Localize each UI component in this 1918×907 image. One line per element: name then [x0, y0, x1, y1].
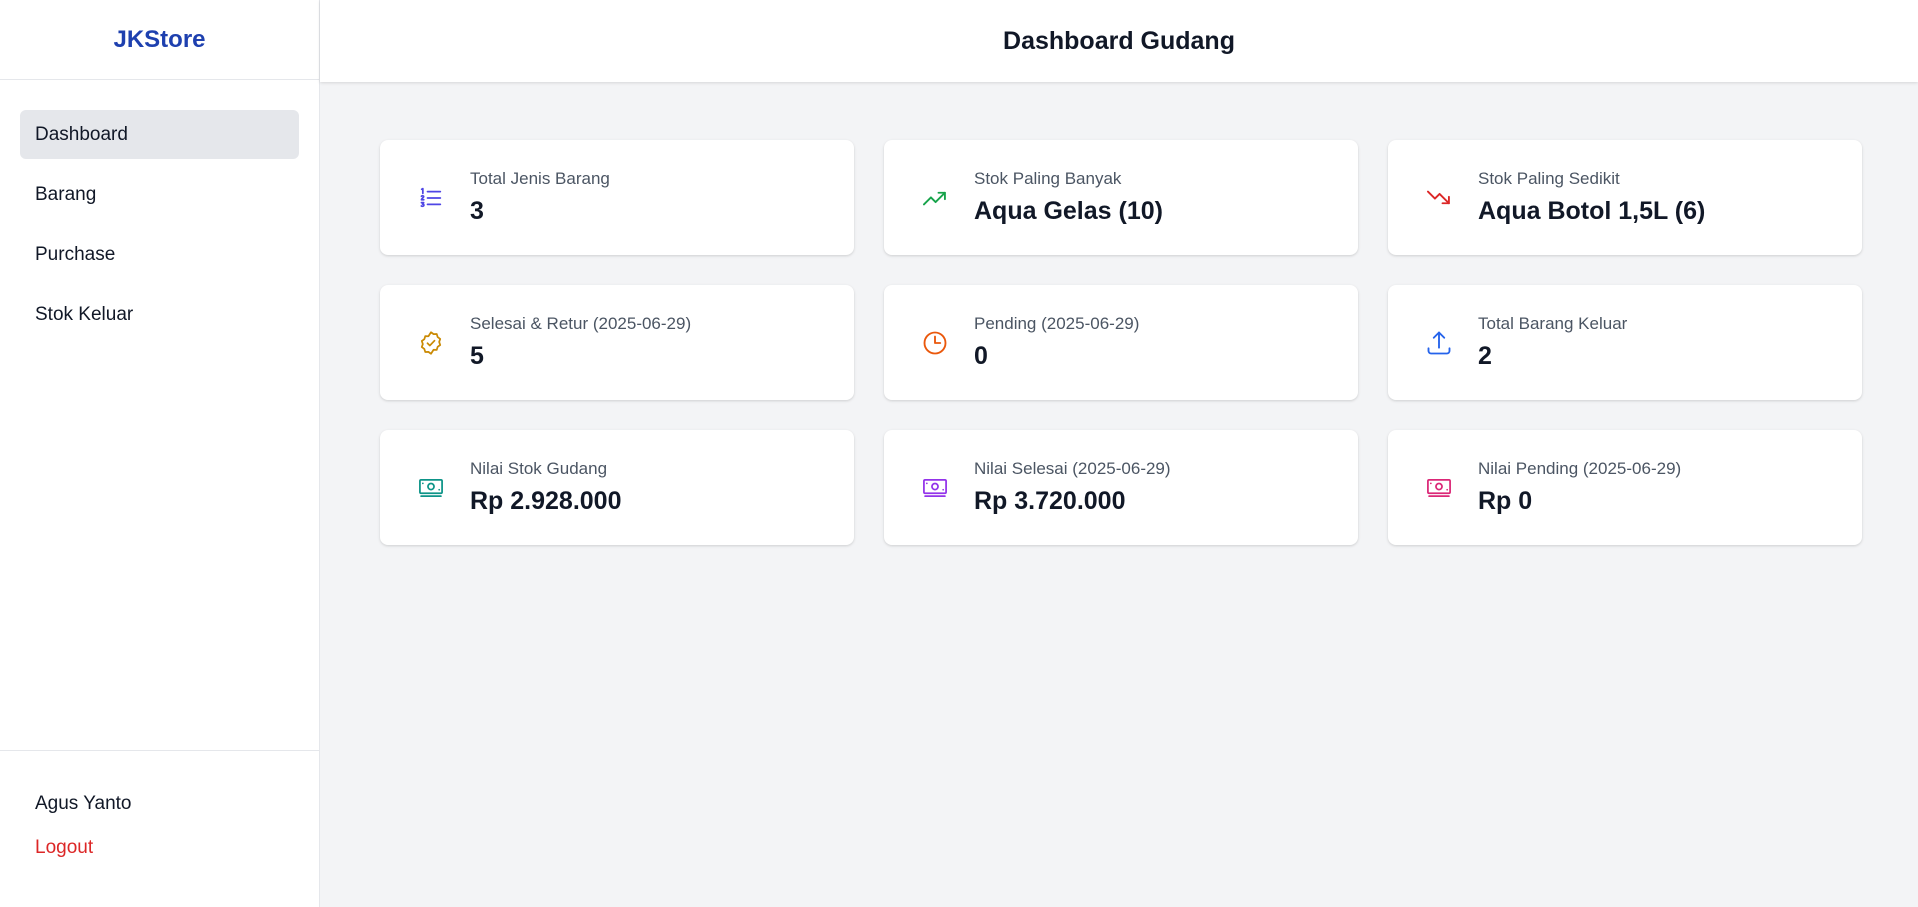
- stat-card-body: Selesai & Retur (2025-06-29) 5: [470, 314, 691, 371]
- stat-label: Nilai Stok Gudang: [470, 459, 608, 478]
- clock-icon: [920, 328, 950, 358]
- sidebar-item-dashboard[interactable]: Dashboard: [20, 110, 299, 159]
- stat-card-nilai-stok-gudang: Nilai Stok Gudang Rp 2.928.000: [380, 430, 854, 545]
- sidebar-footer: Agus Yanto Logout: [0, 750, 319, 907]
- stat-value: Aqua Botol 1,5L (6): [1478, 197, 1706, 225]
- stat-value: Rp 2.928.000: [470, 487, 622, 515]
- stat-value: Rp 0: [1478, 487, 1533, 515]
- sidebar-item-purchase[interactable]: Purchase: [20, 230, 299, 279]
- brand-logo[interactable]: JKStore: [0, 0, 319, 80]
- stat-card-body: Nilai Stok Gudang Rp 2.928.000: [470, 459, 622, 516]
- stat-value: 5: [470, 342, 484, 370]
- stat-card-pending: Pending (2025-06-29) 0: [884, 285, 1358, 400]
- stat-card-total-jenis-barang: Total Jenis Barang 3: [380, 140, 854, 255]
- stat-value: 0: [974, 342, 988, 370]
- user-name: Agus Yanto: [35, 793, 132, 814]
- stat-card-body: Nilai Pending (2025-06-29) Rp 0: [1478, 459, 1681, 516]
- stat-card-stok-paling-banyak: Stok Paling Banyak Aqua Gelas (10): [884, 140, 1358, 255]
- stat-value: 2: [1478, 342, 1492, 370]
- stat-card-selesai-retur: Selesai & Retur (2025-06-29) 5: [380, 285, 854, 400]
- stat-card-body: Stok Paling Banyak Aqua Gelas (10): [974, 169, 1163, 226]
- trending-up-icon: [920, 183, 950, 213]
- stats-grid: Total Jenis Barang 3 Stok Paling Banyak …: [380, 140, 1862, 545]
- logout-button[interactable]: Logout: [35, 837, 319, 859]
- stat-card-body: Pending (2025-06-29) 0: [974, 314, 1139, 371]
- stat-card-body: Total Jenis Barang 3: [470, 169, 610, 226]
- stat-label: Nilai Selesai (2025-06-29): [974, 459, 1171, 478]
- stat-card-total-barang-keluar: Total Barang Keluar 2: [1388, 285, 1862, 400]
- banknotes-icon: [920, 473, 950, 503]
- stat-value: Aqua Gelas (10): [974, 197, 1163, 225]
- stat-value: Rp 3.720.000: [974, 487, 1126, 515]
- stat-label: Stok Paling Banyak: [974, 169, 1122, 188]
- sidebar: JKStore Dashboard Barang Purchase Stok K…: [0, 0, 320, 907]
- trending-down-icon: [1424, 183, 1454, 213]
- check-badge-icon: [416, 328, 446, 358]
- banknotes-icon: [1424, 473, 1454, 503]
- list-icon: [416, 183, 446, 213]
- stat-label: Total Barang Keluar: [1478, 314, 1628, 333]
- page-title: Dashboard Gudang: [1003, 26, 1235, 55]
- sidebar-nav: Dashboard Barang Purchase Stok Keluar: [0, 80, 319, 339]
- stat-label: Total Jenis Barang: [470, 169, 610, 188]
- stat-label: Selesai & Retur (2025-06-29): [470, 314, 692, 333]
- stat-card-nilai-selesai: Nilai Selesai (2025-06-29) Rp 3.720.000: [884, 430, 1358, 545]
- sidebar-item-stok-keluar[interactable]: Stok Keluar: [20, 290, 299, 339]
- stat-value: 3: [470, 197, 484, 225]
- stat-label: Stok Paling Sedikit: [1478, 169, 1620, 188]
- stat-label: Nilai Pending (2025-06-29): [1478, 459, 1682, 478]
- stat-label: Pending (2025-06-29): [974, 314, 1140, 333]
- stat-card-body: Nilai Selesai (2025-06-29) Rp 3.720.000: [974, 459, 1171, 516]
- stat-card-nilai-pending: Nilai Pending (2025-06-29) Rp 0: [1388, 430, 1862, 545]
- upload-icon: [1424, 328, 1454, 358]
- stat-card-body: Stok Paling Sedikit Aqua Botol 1,5L (6): [1478, 169, 1705, 226]
- stat-card-stok-paling-sedikit: Stok Paling Sedikit Aqua Botol 1,5L (6): [1388, 140, 1862, 255]
- header: Dashboard Gudang: [320, 0, 1918, 82]
- banknotes-icon: [416, 473, 446, 503]
- stat-card-body: Total Barang Keluar 2: [1478, 314, 1627, 371]
- sidebar-item-barang[interactable]: Barang: [20, 170, 299, 219]
